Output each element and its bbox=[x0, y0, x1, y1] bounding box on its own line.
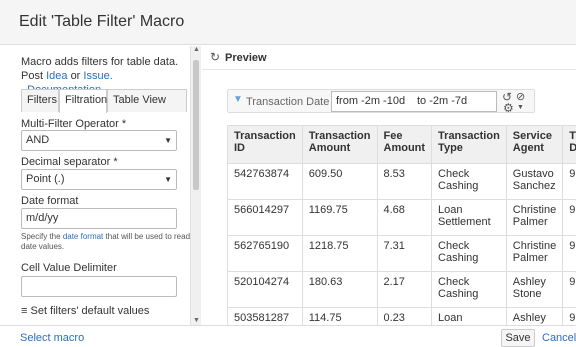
table-cell: 9 bbox=[562, 235, 576, 272]
column-header[interactable]: Fee Amount bbox=[376, 125, 433, 164]
column-header[interactable]: Transaction ID bbox=[227, 125, 303, 164]
table-row: 542763874 609.50 8.53 Check Cashing Gust… bbox=[227, 163, 576, 200]
multi-filter-select[interactable]: AND ▼ bbox=[21, 130, 177, 151]
table-cell: 114.75 bbox=[301, 307, 378, 325]
table-cell: 9 bbox=[562, 307, 576, 325]
date-format-label: Date format bbox=[21, 195, 79, 207]
table-cell: 520104274 bbox=[227, 271, 303, 308]
table-cell: 7.31 bbox=[376, 235, 433, 272]
dialog-title: Edit 'Table Filter' Macro bbox=[19, 13, 185, 30]
table-cell: 1218.75 bbox=[301, 235, 378, 272]
set-defaults-toggle[interactable]: ≡ Set filters' default values bbox=[21, 305, 149, 317]
date-filter-bar: ▼ Transaction Date = from -2m -10d to -2… bbox=[227, 89, 535, 115]
preview-header: ↻ Preview bbox=[202, 46, 576, 70]
column-header[interactable]: Transaction Type bbox=[431, 125, 507, 164]
table-cell: 503581287 bbox=[227, 307, 303, 325]
cancel-link[interactable]: Cancel bbox=[542, 332, 576, 344]
menu-lines-icon: ≡ bbox=[21, 305, 28, 317]
preview-table: Transaction ID Transaction Amount Fee Am… bbox=[227, 125, 576, 325]
table-cell: Loan bbox=[431, 307, 507, 325]
select-macro-link[interactable]: Select macro bbox=[20, 332, 84, 344]
chevron-down-icon[interactable]: ▼ bbox=[517, 104, 524, 111]
table-cell: Christine Palmer bbox=[505, 199, 564, 236]
cell-delimiter-input[interactable] bbox=[21, 276, 177, 297]
table-cell: 562765190 bbox=[227, 235, 303, 272]
table-cell: 180.63 bbox=[301, 271, 378, 308]
settings-scrollbar[interactable]: ▲ ▼ bbox=[190, 46, 201, 325]
table-row: 520104274 180.63 2.17 Check Cashing Ashl… bbox=[227, 271, 576, 308]
column-header[interactable]: Transaction Amount bbox=[301, 125, 378, 164]
tab-filters[interactable]: Filters bbox=[21, 89, 59, 112]
table-cell: 9 bbox=[562, 271, 576, 308]
multi-filter-label: Multi-Filter Operator * bbox=[21, 118, 127, 130]
tab-table-view[interactable]: Table View bbox=[107, 89, 187, 112]
decimal-separator-select[interactable]: Point (.) ▼ bbox=[21, 169, 177, 190]
post-text: Post bbox=[21, 70, 44, 82]
table-cell: Check Cashing bbox=[431, 235, 507, 272]
preview-title: Preview bbox=[225, 52, 267, 64]
preview-panel: ↻ Preview ▼ Transaction Date = from -2m … bbox=[202, 46, 576, 325]
table-cell: 4.68 bbox=[376, 199, 433, 236]
gear-icon[interactable]: ⚙ bbox=[503, 101, 514, 115]
dialog-header: Edit 'Table Filter' Macro bbox=[0, 0, 576, 45]
filter-from-value: from -2m -10d bbox=[336, 95, 406, 107]
table-cell: Loan Settlement bbox=[431, 199, 507, 236]
table-cell: Check Cashing bbox=[431, 271, 507, 308]
decimal-separator-label: Decimal separator * bbox=[21, 156, 118, 168]
settings-tabs: Filters Filtration Table View bbox=[21, 89, 187, 113]
issue-link[interactable]: Issue. bbox=[83, 70, 112, 82]
table-row: 562765190 1218.75 7.31 Check Cashing Chr… bbox=[227, 235, 576, 272]
filter-to-value: to -2m -7d bbox=[417, 95, 468, 107]
table-row: 566014297 1169.75 4.68 Loan Settlement C… bbox=[227, 199, 576, 236]
table-cell: 0.23 bbox=[376, 307, 433, 325]
idea-link[interactable]: Idea bbox=[46, 70, 67, 82]
table-cell: Gustavo Sanchez bbox=[505, 163, 564, 200]
scroll-up-icon[interactable]: ▲ bbox=[192, 46, 201, 54]
multi-filter-value: AND bbox=[26, 134, 50, 146]
tab-filtration[interactable]: Filtration bbox=[59, 89, 107, 113]
column-header[interactable]: Service Agent bbox=[505, 125, 564, 164]
save-button[interactable]: Save bbox=[501, 329, 535, 347]
date-format-input[interactable]: m/d/yy bbox=[21, 208, 177, 229]
table-header-row: Transaction ID Transaction Amount Fee Am… bbox=[227, 125, 576, 164]
date-format-help: Specify the date format that will be use… bbox=[21, 232, 190, 252]
filter-icon: ▼ bbox=[233, 94, 243, 105]
table-row: 503581287 114.75 0.23 Loan Ashley 9 bbox=[227, 307, 576, 325]
date-range-input[interactable]: from -2m -10d to -2m -7d bbox=[331, 91, 497, 112]
cell-delimiter-label: Cell Value Delimiter bbox=[21, 262, 117, 274]
table-cell: 542763874 bbox=[227, 163, 303, 200]
chevron-down-icon: ▼ bbox=[164, 136, 172, 145]
macro-settings-panel: Macro adds filters for table data. Post … bbox=[0, 46, 190, 325]
chevron-down-icon: ▼ bbox=[164, 175, 172, 184]
dialog-footer: Select macro Save Cancel bbox=[0, 325, 576, 347]
clear-icon[interactable]: ⊘ bbox=[516, 90, 525, 103]
table-cell: Check Cashing bbox=[431, 163, 507, 200]
table-cell: 2.17 bbox=[376, 271, 433, 308]
or-text: or bbox=[70, 70, 81, 82]
table-cell: Ashley bbox=[505, 307, 564, 325]
column-header[interactable]: T D bbox=[562, 125, 576, 164]
scroll-down-icon[interactable]: ▼ bbox=[192, 317, 201, 325]
description-text: Macro adds filters for table data. bbox=[21, 56, 179, 68]
decimal-separator-value: Point (.) bbox=[26, 173, 65, 185]
table-cell: 1169.75 bbox=[301, 199, 378, 236]
filter-label: Transaction Date = bbox=[246, 96, 339, 108]
table-cell: 9 bbox=[562, 199, 576, 236]
help-prefix: Specify the bbox=[21, 232, 61, 241]
table-cell: 566014297 bbox=[227, 199, 303, 236]
table-cell: 8.53 bbox=[376, 163, 433, 200]
refresh-icon[interactable]: ↻ bbox=[210, 50, 220, 64]
table-cell: Ashley Stone bbox=[505, 271, 564, 308]
date-format-link[interactable]: date format bbox=[63, 232, 103, 241]
table-cell: 609.50 bbox=[301, 163, 378, 200]
set-defaults-label: Set filters' default values bbox=[30, 305, 150, 317]
scroll-thumb[interactable] bbox=[193, 60, 199, 190]
table-cell: Christine Palmer bbox=[505, 235, 564, 272]
table-cell: 9 bbox=[562, 163, 576, 200]
